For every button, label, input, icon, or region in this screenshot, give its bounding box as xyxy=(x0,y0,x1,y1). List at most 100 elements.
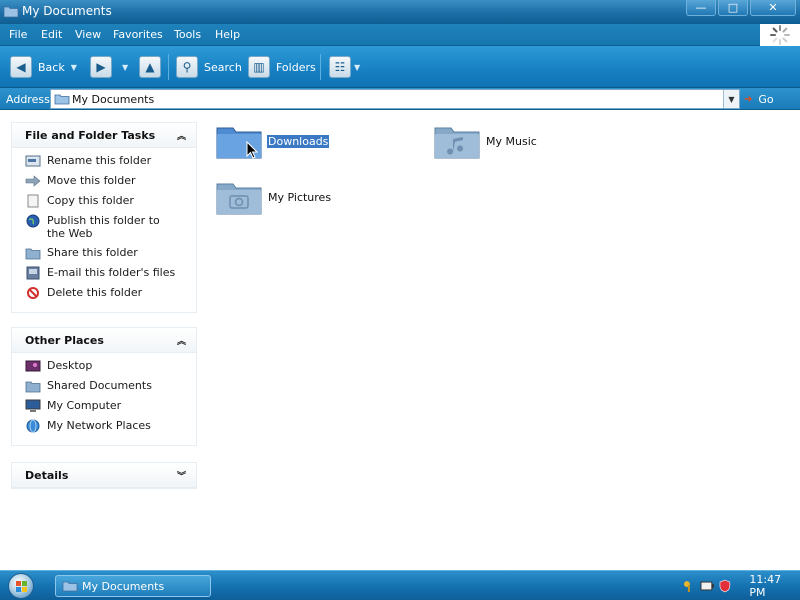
task-pane: File and Folder Tasks ︽ Rename this fold… xyxy=(0,110,208,570)
menu-file[interactable]: File xyxy=(9,28,27,41)
forward-button[interactable]: ▶ ▼ xyxy=(90,55,128,79)
desktop-icon xyxy=(25,360,41,372)
music-folder-icon xyxy=(434,127,480,159)
place-shared-documents[interactable]: Shared Documents xyxy=(25,379,196,393)
loading-icon xyxy=(770,25,790,45)
back-button[interactable]: ◀ Back ▼ xyxy=(10,55,77,79)
panel-header[interactable]: File and Folder Tasks ︽ xyxy=(12,123,196,148)
folder-name: My Pictures xyxy=(268,190,332,204)
email-icon xyxy=(26,266,40,280)
panel-title: File and Folder Tasks xyxy=(25,128,156,142)
go-label: Go xyxy=(758,92,774,106)
network-icon xyxy=(26,419,40,433)
place-my-computer[interactable]: My Computer xyxy=(25,399,196,413)
task-move[interactable]: Move this folder xyxy=(25,174,196,188)
menu-favorites[interactable]: Favorites xyxy=(113,28,163,41)
place-network[interactable]: My Network Places xyxy=(25,419,196,433)
file-list-view[interactable]: Downloads My Music My Pictures xyxy=(208,110,800,570)
address-dropdown-icon[interactable]: ▼ xyxy=(723,90,739,108)
panel-header[interactable]: Other Places ︽ xyxy=(12,328,196,353)
delete-icon xyxy=(27,287,39,299)
folders-pane-icon: ▥ xyxy=(248,56,270,78)
close-button[interactable]: ✕ xyxy=(750,0,796,16)
task-publish[interactable]: Publish this folder to the Web xyxy=(25,214,196,240)
folder-item-my-music[interactable]: My Music xyxy=(433,122,538,160)
minimize-button[interactable]: — xyxy=(686,0,716,16)
panel-title: Details xyxy=(25,468,69,482)
folders-button[interactable]: ▥ Folders xyxy=(248,55,316,79)
windows-logo-icon xyxy=(16,581,27,592)
maximize-button[interactable]: □ xyxy=(718,0,748,16)
taskbar-item-label: My Documents xyxy=(82,579,165,593)
up-button[interactable]: ▲ xyxy=(139,55,161,79)
forward-dropdown-icon[interactable]: ▼ xyxy=(122,63,128,72)
folder-name: Downloads xyxy=(267,134,330,148)
task-copy[interactable]: Copy this folder xyxy=(25,194,196,208)
menu-tools[interactable]: Tools xyxy=(174,28,201,41)
back-dropdown-icon[interactable]: ▼ xyxy=(71,63,77,72)
menu-edit[interactable]: Edit xyxy=(41,28,62,41)
standard-toolbar: ◀ Back ▼ ▶ ▼ ▲ ⚲ Search ▥ Folders ☷ ▼ xyxy=(0,46,800,88)
address-bar: Address My Documents ▼ ➔ Go xyxy=(0,88,800,110)
rename-icon xyxy=(25,155,41,167)
mouse-cursor-icon xyxy=(246,141,258,159)
up-arrow-icon: ▲ xyxy=(139,56,161,78)
address-label: Address xyxy=(6,93,50,106)
search-label: Search xyxy=(204,60,242,74)
address-value: My Documents xyxy=(72,93,155,106)
go-button[interactable]: ➔ Go xyxy=(744,91,774,107)
folder-icon xyxy=(3,6,19,18)
share-icon xyxy=(25,248,41,260)
battery-icon[interactable] xyxy=(700,579,714,593)
collapse-icon[interactable]: ︽ xyxy=(177,129,186,142)
other-places-panel: Other Places ︽ Desktop Shared Documents … xyxy=(11,327,197,446)
taskbar: My Documents 11:47 PM xyxy=(0,570,800,600)
toolbar-separator xyxy=(320,54,321,80)
file-folder-tasks-panel: File and Folder Tasks ︽ Rename this fold… xyxy=(11,122,197,313)
clock[interactable]: 11:47 PM xyxy=(749,573,800,599)
forward-arrow-icon: ▶ xyxy=(90,56,112,78)
toolbar-separator xyxy=(168,54,169,80)
back-arrow-icon: ◀ xyxy=(10,56,32,78)
panel-title: Other Places xyxy=(25,333,104,347)
folder-icon xyxy=(54,94,70,105)
folder-name: My Music xyxy=(486,134,537,148)
system-tray: 11:47 PM xyxy=(678,571,800,600)
menu-help[interactable]: Help xyxy=(215,28,240,41)
menu-view[interactable]: View xyxy=(75,28,101,41)
window-title: My Documents xyxy=(22,4,112,18)
globe-icon xyxy=(26,214,40,228)
task-delete[interactable]: Delete this folder xyxy=(25,286,196,300)
taskbar-item-my-documents[interactable]: My Documents xyxy=(55,575,211,597)
folder-item-downloads[interactable]: Downloads xyxy=(215,122,330,160)
details-panel: Details ︾ xyxy=(11,462,197,489)
security-shield-icon[interactable] xyxy=(718,579,732,593)
pictures-folder-icon xyxy=(216,183,262,215)
expand-icon[interactable]: ︾ xyxy=(177,469,186,482)
folder-item-my-pictures[interactable]: My Pictures xyxy=(215,178,332,216)
back-label: Back xyxy=(38,60,65,74)
views-icon: ☷ xyxy=(329,56,351,78)
task-email[interactable]: E-mail this folder's files xyxy=(25,266,196,280)
address-field[interactable]: My Documents ▼ xyxy=(50,89,740,109)
go-arrow-icon: ➔ xyxy=(744,93,753,105)
folder-icon xyxy=(25,381,41,393)
collapse-icon[interactable]: ︽ xyxy=(177,334,186,347)
task-share[interactable]: Share this folder xyxy=(25,246,196,260)
title-bar[interactable]: My Documents — □ ✕ xyxy=(0,0,800,24)
activity-throbber xyxy=(760,24,800,46)
move-icon xyxy=(25,175,41,187)
place-desktop[interactable]: Desktop xyxy=(25,359,196,373)
start-button[interactable] xyxy=(8,573,34,599)
panel-header[interactable]: Details ︾ xyxy=(12,463,196,488)
views-button[interactable]: ☷ ▼ xyxy=(329,55,360,79)
folders-label: Folders xyxy=(276,60,316,74)
folder-icon xyxy=(62,581,78,592)
menu-bar: File Edit View Favorites Tools Help xyxy=(0,24,800,46)
computer-icon xyxy=(25,399,41,412)
task-rename[interactable]: Rename this folder xyxy=(25,154,196,168)
search-icon: ⚲ xyxy=(176,56,198,78)
keys-icon[interactable] xyxy=(682,579,696,593)
views-dropdown-icon[interactable]: ▼ xyxy=(354,63,360,72)
search-button[interactable]: ⚲ Search xyxy=(176,55,242,79)
